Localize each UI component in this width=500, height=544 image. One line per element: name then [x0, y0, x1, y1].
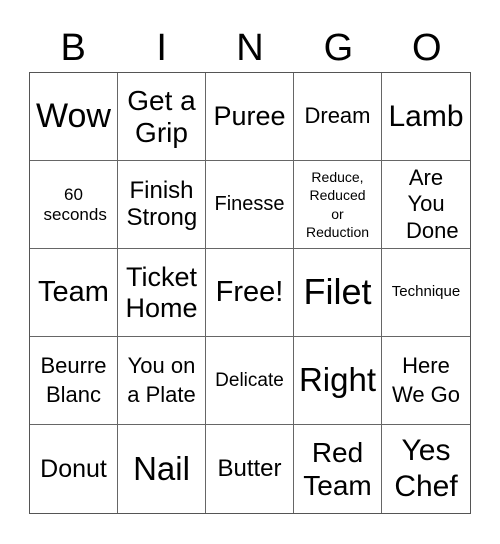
bingo-cell[interactable]: Filet [294, 249, 382, 337]
bingo-cell[interactable]: Beurre Blanc [30, 337, 118, 425]
cell-text: Free! [215, 276, 284, 309]
cell-text: Finish Strong [126, 176, 198, 231]
cell-text: Get a Grip [127, 85, 196, 148]
header-letter-o: O [412, 27, 442, 69]
cell-text: Right [298, 361, 377, 399]
cell-text: Lamb [388, 99, 464, 133]
bingo-cell[interactable]: Nail [118, 425, 206, 513]
bingo-cell[interactable]: Yes Chef [382, 425, 470, 513]
bingo-cell[interactable]: You on a Plate [118, 337, 206, 425]
cell-text: Yes Chef [394, 434, 458, 503]
bingo-board: Wow Get a Grip Puree Dream Lamb 60 secon… [29, 72, 471, 514]
cell-text: Puree [213, 101, 286, 132]
cell-text: Red Team [303, 436, 372, 501]
bingo-cell[interactable]: Right [294, 337, 382, 425]
cell-text: Delicate [215, 369, 284, 391]
cell-text: You on a Plate [127, 352, 196, 407]
header-letter-b: B [60, 27, 86, 69]
cell-text: Donut [40, 455, 107, 483]
bingo-cell[interactable]: Dream [294, 73, 382, 161]
cell-text: Are You Done [406, 164, 459, 243]
bingo-cell[interactable]: Finish Strong [118, 161, 206, 249]
cell-text: Wow [36, 97, 111, 136]
cell-text: Technique [391, 283, 461, 301]
header-letter-n: N [236, 27, 264, 69]
cell-text: Dream [304, 103, 371, 129]
cell-text: Filet [303, 271, 372, 313]
bingo-cell[interactable]: Puree [206, 73, 294, 161]
bingo-cell[interactable]: Team [30, 249, 118, 337]
cell-text: Here We Go [391, 352, 461, 407]
bingo-cell[interactable]: Butter [206, 425, 294, 513]
bingo-cell[interactable]: Here We Go [382, 337, 470, 425]
cell-text: Team [38, 276, 109, 309]
bingo-cell[interactable]: Ticket Home [118, 249, 206, 337]
bingo-cell[interactable]: Finesse [206, 161, 294, 249]
bingo-cell[interactable]: Delicate [206, 337, 294, 425]
bingo-header: B I N G O [29, 24, 471, 72]
cell-text: 60 seconds [43, 185, 107, 224]
header-letter-g: G [323, 27, 354, 69]
bingo-cell[interactable]: Lamb [382, 73, 470, 161]
cell-text: Butter [217, 454, 282, 482]
bingo-cell[interactable]: Wow [30, 73, 118, 161]
bingo-cell[interactable]: Donut [30, 425, 118, 513]
cell-text: Nail [133, 449, 190, 487]
bingo-cell[interactable]: Red Team [294, 425, 382, 513]
bingo-cell[interactable]: 60 seconds [30, 161, 118, 249]
bingo-cell[interactable]: Reduce, Reduced or Reduction [294, 161, 382, 249]
cell-text: Reduce, Reduced or Reduction [305, 169, 370, 240]
bingo-cell[interactable]: Technique [382, 249, 470, 337]
cell-text: Finesse [214, 193, 285, 216]
bingo-cell[interactable]: Are You Done [382, 161, 470, 249]
bingo-cell[interactable]: Free! [206, 249, 294, 337]
header-letter-i: I [156, 27, 167, 69]
cell-text: Ticket Home [125, 262, 198, 323]
bingo-cell[interactable]: Get a Grip [118, 73, 206, 161]
cell-text: Beurre Blanc [40, 352, 107, 407]
